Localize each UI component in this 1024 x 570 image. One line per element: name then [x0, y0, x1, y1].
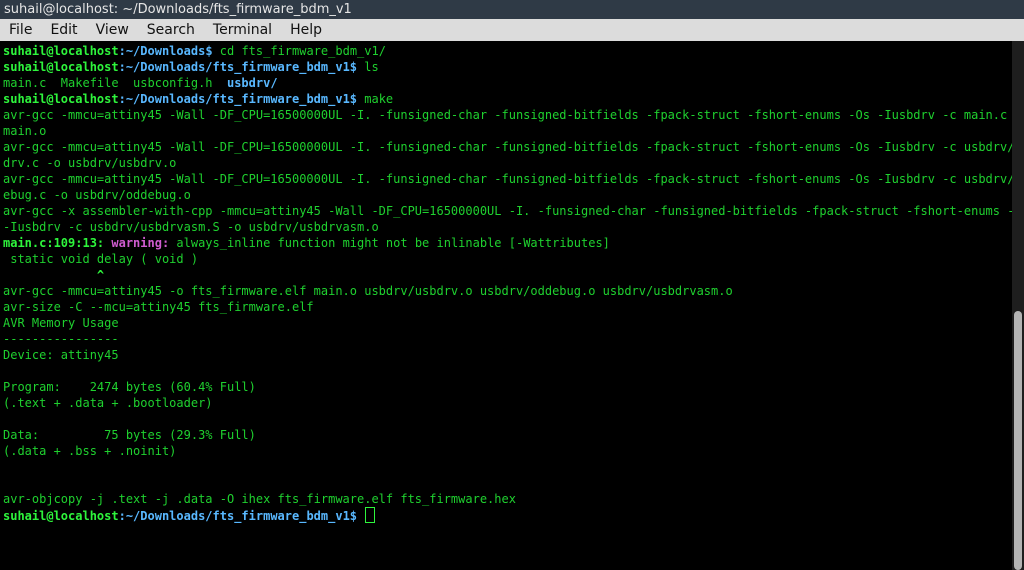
prompt-path: ~/Downloads: [125, 44, 206, 58]
ls-files: main.c Makefile usbconfig.h: [3, 76, 227, 90]
vertical-scrollbar[interactable]: [1012, 41, 1024, 570]
output-text: (.text + .data + .bootloader): [3, 396, 213, 410]
command-text: cd fts_firmware_bdm_v1/: [212, 44, 386, 58]
terminal-line: ----------------: [3, 331, 1012, 347]
terminal-line: main.c Makefile usbconfig.h usbdrv/: [3, 75, 1012, 91]
prompt-separator: :: [118, 92, 126, 106]
terminal-line: avr-gcc -mmcu=attiny45 -Wall -DF_CPU=165…: [3, 139, 1012, 155]
output-text: drv.c -o usbdrv/usbdrv.o: [3, 156, 177, 170]
warning-location: main.c:109:13:: [3, 236, 105, 250]
ls-directory: usbdrv/: [226, 76, 278, 90]
terminal-line: (.data + .bss + .noinit): [3, 443, 1012, 459]
output-text: avr-gcc -mmcu=attiny45 -Wall -DF_CPU=165…: [3, 172, 1012, 186]
output-text: avr-size -C --mcu=attiny45 fts_firmware.…: [3, 300, 314, 314]
terminal-line: avr-size -C --mcu=attiny45 fts_firmware.…: [3, 299, 1012, 315]
terminal-line: drv.c -o usbdrv/usbdrv.o: [3, 155, 1012, 171]
command-text: ls: [357, 60, 379, 74]
menu-item-help[interactable]: Help: [281, 19, 331, 41]
output-text: avr-gcc -mmcu=attiny45 -Wall -DF_CPU=165…: [3, 108, 1012, 122]
command-text: [357, 509, 364, 523]
prompt-user: suhail@localhost: [3, 509, 119, 523]
terminal-line: Device: attiny45: [3, 347, 1012, 363]
prompt-user: suhail@localhost: [3, 44, 119, 58]
menu-item-file[interactable]: File: [0, 19, 41, 41]
menu-bar: File Edit View Search Terminal Help: [0, 19, 1024, 41]
terminal-line: static void delay ( void ): [3, 251, 1012, 267]
prompt-symbol: $: [349, 60, 358, 74]
output-text: avr-gcc -x assembler-with-cpp -mmcu=atti…: [3, 204, 1012, 218]
scrollbar-thumb[interactable]: [1014, 311, 1022, 570]
terminal-line: ebug.c -o usbdrv/oddebug.o: [3, 187, 1012, 203]
output-text: Data: 75 bytes (29.3% Full): [3, 428, 256, 442]
warning-caret: ^: [3, 268, 105, 282]
terminal-line: suhail@localhost:~/Downloads/fts_firmwar…: [3, 507, 1012, 523]
output-text: ----------------: [3, 332, 119, 346]
output-text: static void delay ( void ): [3, 252, 199, 266]
prompt-symbol: $: [349, 92, 358, 106]
terminal-lines: suhail@localhost:~/Downloads$ cd fts_fir…: [3, 43, 1012, 523]
terminal-line: ^: [3, 267, 1012, 283]
terminal-line: avr-gcc -mmcu=attiny45 -Wall -DF_CPU=165…: [3, 171, 1012, 187]
terminal-output[interactable]: suhail@localhost:~/Downloads$ cd fts_fir…: [0, 41, 1012, 570]
prompt-symbol: $: [349, 509, 358, 523]
output-text: avr-objcopy -j .text -j .data -O ihex ft…: [3, 492, 516, 506]
terminal-line: suhail@localhost:~/Downloads/fts_firmwar…: [3, 91, 1012, 107]
menu-item-edit[interactable]: Edit: [41, 19, 86, 41]
output-text: main.o: [3, 124, 47, 138]
warning-label: warning:: [104, 236, 170, 250]
terminal-cursor: [365, 507, 376, 523]
prompt-user: suhail@localhost: [3, 60, 119, 74]
warning-message: always_inline function might not be inli…: [169, 236, 610, 250]
prompt-path: ~/Downloads/fts_firmware_bdm_v1: [125, 60, 350, 74]
terminal-line: avr-objcopy -j .text -j .data -O ihex ft…: [3, 491, 1012, 507]
terminal-line: avr-gcc -mmcu=attiny45 -o fts_firmware.e…: [3, 283, 1012, 299]
prompt-path: ~/Downloads/fts_firmware_bdm_v1: [125, 509, 350, 523]
terminal-line: main.c:109:13: warning: always_inline fu…: [3, 235, 1012, 251]
command-text: make: [357, 92, 394, 106]
terminal-line: avr-gcc -x assembler-with-cpp -mmcu=atti…: [3, 203, 1012, 219]
terminal-line: main.o: [3, 123, 1012, 139]
prompt-symbol: $: [205, 44, 213, 58]
terminal-line: Data: 75 bytes (29.3% Full): [3, 427, 1012, 443]
menu-item-search[interactable]: Search: [138, 19, 204, 41]
menu-item-terminal[interactable]: Terminal: [204, 19, 281, 41]
prompt-path: ~/Downloads/fts_firmware_bdm_v1: [125, 92, 350, 106]
prompt-separator: :: [118, 509, 126, 523]
prompt-user: suhail@localhost: [3, 92, 119, 106]
terminal-line: suhail@localhost:~/Downloads/fts_firmwar…: [3, 59, 1012, 75]
terminal-line: suhail@localhost:~/Downloads$ cd fts_fir…: [3, 43, 1012, 59]
output-text: (.data + .bss + .noinit): [3, 444, 177, 458]
output-text: avr-gcc -mmcu=attiny45 -Wall -DF_CPU=165…: [3, 140, 1012, 154]
window-title: suhail@localhost: ~/Downloads/fts_firmwa…: [4, 2, 352, 17]
window-title-bar: suhail@localhost: ~/Downloads/fts_firmwa…: [0, 0, 1024, 19]
prompt-separator: :: [118, 60, 126, 74]
output-text: AVR Memory Usage: [3, 316, 119, 330]
terminal-line: (.text + .data + .bootloader): [3, 395, 1012, 411]
output-text: -Iusbdrv -c usbdrv/usbdrvasm.S -o usbdrv…: [3, 220, 379, 234]
output-text: Program: 2474 bytes (60.4% Full): [3, 380, 256, 394]
menu-item-view[interactable]: View: [87, 19, 138, 41]
terminal-line: -Iusbdrv -c usbdrv/usbdrvasm.S -o usbdrv…: [3, 219, 1012, 235]
prompt-separator: :: [118, 44, 126, 58]
terminal-line: avr-gcc -mmcu=attiny45 -Wall -DF_CPU=165…: [3, 107, 1012, 123]
terminal-line: Program: 2474 bytes (60.4% Full): [3, 379, 1012, 395]
terminal-line: AVR Memory Usage: [3, 315, 1012, 331]
output-text: avr-gcc -mmcu=attiny45 -o fts_firmware.e…: [3, 284, 733, 298]
output-text: ebug.c -o usbdrv/oddebug.o: [3, 188, 191, 202]
output-text: Device: attiny45: [3, 348, 119, 362]
